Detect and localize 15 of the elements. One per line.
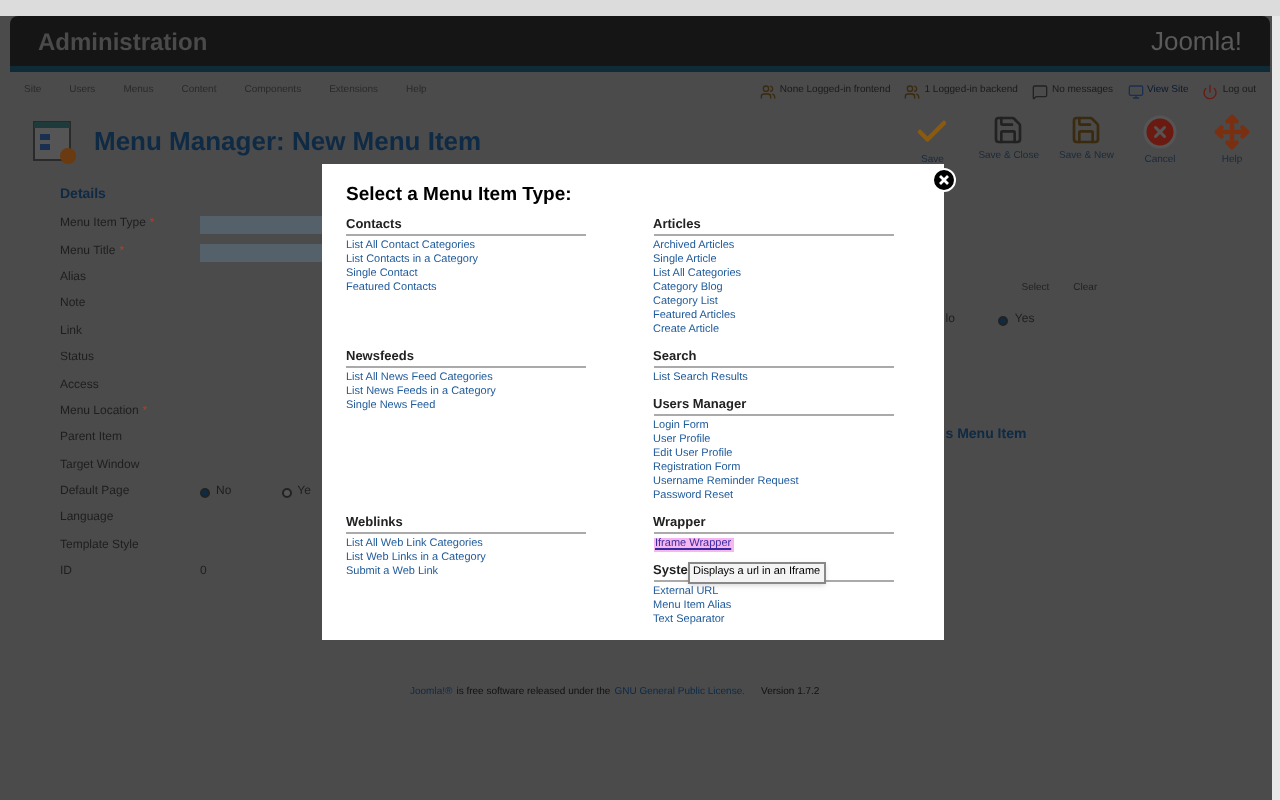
close-button[interactable] <box>932 168 956 192</box>
logo: Joomla! <box>1150 23 1242 60</box>
users-icon <box>904 83 921 99</box>
close-icon <box>938 174 950 186</box>
cancel-icon <box>1142 114 1178 151</box>
power-icon <box>1202 83 1219 99</box>
users-icon <box>759 83 776 99</box>
menu-manager-icon <box>30 118 78 166</box>
page-title: Menu Manager: New Menu Item <box>94 124 482 161</box>
four-arrows-icon <box>1214 114 1250 151</box>
message-icon <box>1031 83 1048 99</box>
modal-title: Select a Menu Item Type: <box>346 182 574 210</box>
monitor-icon <box>1127 83 1144 99</box>
input-field[interactable] <box>200 216 326 235</box>
input-field[interactable] <box>200 243 326 262</box>
